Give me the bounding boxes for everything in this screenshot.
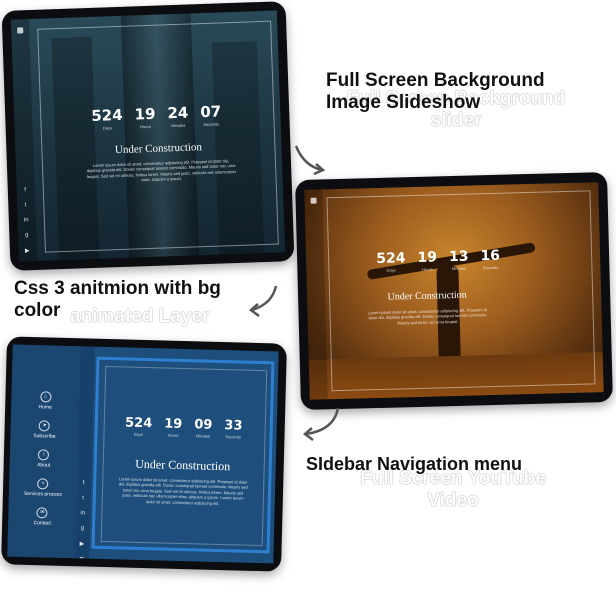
linkedin-icon[interactable]: in: [24, 217, 29, 223]
countdown-hours: 19 Hours: [134, 104, 156, 130]
countdown-minutes: 09 Minutes: [194, 417, 213, 439]
countdown-minutes: 13 Minutes: [448, 248, 469, 272]
youtube-icon[interactable]: ▶: [80, 540, 85, 547]
sidebar-nav: ⌂ Home ➤ Subscribe i About < Services proces…: [7, 344, 81, 559]
twitter-icon[interactable]: t: [25, 202, 27, 208]
intro-text: Lorem ipsum dolor sit amet, consectetur …: [118, 476, 248, 506]
device-blue-sidebar: ⌂ Home ➤ Subscribe i About < Services proces…: [1, 336, 287, 572]
device-screen: ⌂ Home ➤ Subscribe i About < Services proces…: [7, 344, 279, 564]
caption-animation: Css 3 anitmion with bg color: [14, 278, 221, 321]
facebook-icon[interactable]: f: [83, 480, 85, 486]
home-icon: ⌂: [39, 391, 52, 403]
curved-arrow-icon: [294, 145, 326, 176]
device-screen: 524 Days 19 Hours 13 Minutes 16 Seconds Unde…: [304, 182, 604, 400]
google-plus-icon[interactable]: g: [25, 232, 29, 238]
intro-text: Lorem ipsum dolor sit amet, consectetur …: [368, 307, 487, 326]
info-icon: i: [38, 449, 50, 461]
countdown-minutes: 24 Minutes: [167, 103, 189, 129]
content-panel: 524 Days 19 Hours 09 Minutes 33 Seconds Unde…: [91, 356, 275, 554]
countdown-hours: 19 Hours: [164, 416, 183, 438]
contact-icon: ✉: [36, 507, 49, 519]
countdown-seconds: 07 Seconds: [199, 102, 222, 128]
nav-item-services[interactable]: < Services process: [24, 478, 63, 498]
nav-item-about[interactable]: i About: [37, 449, 51, 469]
share-icon: <: [37, 478, 49, 490]
nav-item-home[interactable]: ⌂ Home: [38, 391, 52, 411]
device-screen: f t in g ▶ ◘ 524Days 19Hours 24Minutes 0…: [10, 10, 286, 262]
twitter-icon[interactable]: t: [82, 495, 84, 501]
content-frame: [37, 20, 279, 253]
linkedin-icon[interactable]: in: [80, 510, 85, 516]
curved-arrow-icon: [303, 407, 340, 441]
device-city-slideshow: f t in g ▶ ◘ 524Days 19Hours 24Minutes 0…: [1, 1, 295, 271]
caption-sidebar: SIdebar Navigation menu: [306, 454, 523, 474]
countdown-seconds: 33 Seconds: [224, 418, 243, 440]
google-plus-icon[interactable]: g: [81, 525, 84, 531]
countdown-days: 524 Days: [124, 415, 153, 437]
caption-slideshow: Full Screen Background Image Slideshow: [326, 70, 545, 113]
instagram-icon[interactable]: ◘: [80, 556, 84, 562]
menu-icon[interactable]: [17, 27, 24, 34]
curved-arrow-icon: [249, 285, 278, 317]
menu-icon[interactable]: [310, 197, 317, 204]
countdown-seconds: 16 Seconds: [480, 247, 501, 271]
youtube-icon[interactable]: ▶: [25, 247, 30, 254]
device-autumn-slideshow: 524 Days 19 Hours 13 Minutes 16 Seconds Unde…: [295, 171, 613, 411]
countdown-days: 524 Days: [90, 105, 123, 131]
nav-item-contact[interactable]: ✉ Contact: [33, 507, 51, 527]
nav-item-subscribe[interactable]: ➤ Subscribe: [33, 420, 56, 440]
send-icon: ➤: [39, 420, 51, 432]
facebook-icon[interactable]: f: [24, 187, 26, 193]
countdown-days: 524 Days: [376, 250, 406, 273]
countdown-hours: 19 Hours: [417, 249, 438, 272]
